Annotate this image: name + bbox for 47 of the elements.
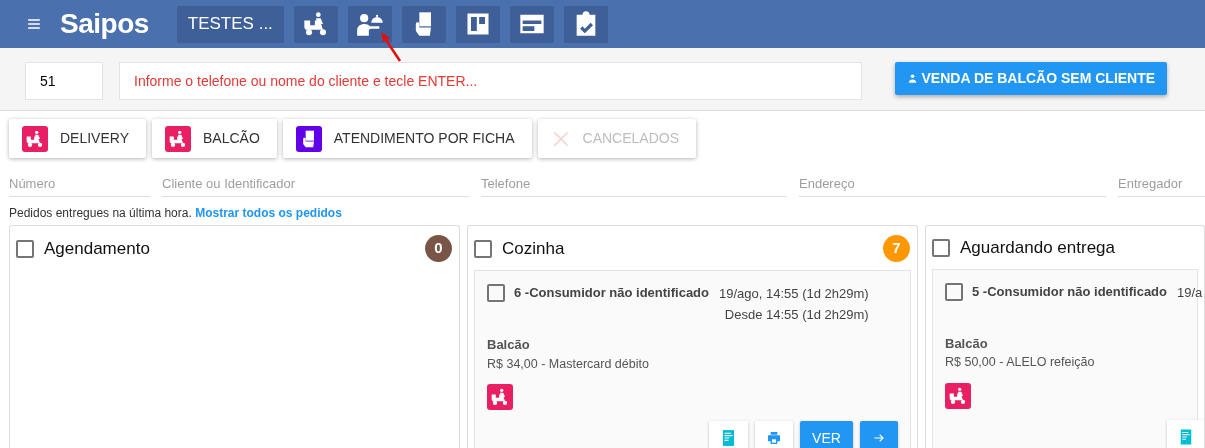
order-type-tab[interactable]: DELIVERY (9, 119, 146, 158)
order-type: Balcão (487, 336, 531, 354)
order-number-field[interactable]: 51 (25, 62, 103, 100)
scooter-icon (490, 387, 510, 408)
filter-field[interactable]: Número (9, 170, 150, 197)
customer-search-field[interactable]: Informe o telefone ou nome do cliente e tecle ENTER... (119, 62, 862, 100)
scooter-icon (25, 128, 45, 149)
checkbox[interactable] (945, 282, 963, 301)
logo: Saipos (60, 7, 149, 41)
count-badge: 7 (883, 235, 910, 262)
scooter-icon (168, 128, 188, 149)
checkbox[interactable] (487, 284, 505, 302)
notice-text: Pedidos entregues na última hora. (9, 206, 192, 220)
column-title: Agendamento (44, 237, 150, 260)
elapsed-time: Desde 14:55 (1d 2h29m) (723, 306, 869, 324)
column-title: Cozinha (502, 237, 565, 260)
print-button[interactable] (755, 421, 793, 448)
scooter-icon (948, 385, 968, 406)
person-icon (907, 73, 918, 84)
shortcut-button[interactable] (509, 5, 554, 43)
shortcut-button[interactable] (455, 5, 500, 43)
payment-info: R$ 50,00 - ALELO refeição (945, 354, 1096, 371)
show-all-orders-link[interactable]: Mostrar todos os pedidos (195, 206, 342, 220)
order-type-tab[interactable]: ATENDIMENTO POR FICHA (282, 119, 532, 158)
order-time: 19/a (1177, 283, 1203, 302)
filter-field[interactable]: Cliente ou Identificador (162, 170, 469, 197)
shortcut-button[interactable] (347, 5, 392, 43)
payment-info: R$ 34,00 - Mastercard débito (487, 355, 650, 373)
order-title: 5 -Consumidor não identificado (972, 282, 1167, 301)
store-button[interactable]: TESTES ... (176, 5, 284, 43)
shortcut-button[interactable] (563, 5, 608, 43)
annotation-arrow (379, 31, 402, 62)
checkbox[interactable] (474, 239, 492, 258)
order-type: Balcão (945, 334, 989, 353)
order-title: 6 -Consumidor não identificado (514, 284, 709, 302)
filter-field[interactable]: Telefone (481, 170, 787, 197)
checkbox[interactable] (16, 239, 34, 258)
filter-field[interactable]: Entregador (1118, 170, 1205, 197)
shortcut-button[interactable] (293, 5, 338, 43)
order-type-tab[interactable]: BALCÃO (152, 119, 277, 158)
filter-field[interactable]: Endereço (799, 170, 1106, 197)
column-title: Aguardando entrega (960, 237, 1116, 259)
count-badge: 0 (425, 235, 452, 262)
printer-icon (766, 430, 782, 447)
order-time: 19/ago, 14:55 (1d 2h29m) (719, 285, 869, 303)
shortcut-button[interactable] (401, 5, 446, 43)
checkbox[interactable] (932, 238, 950, 257)
